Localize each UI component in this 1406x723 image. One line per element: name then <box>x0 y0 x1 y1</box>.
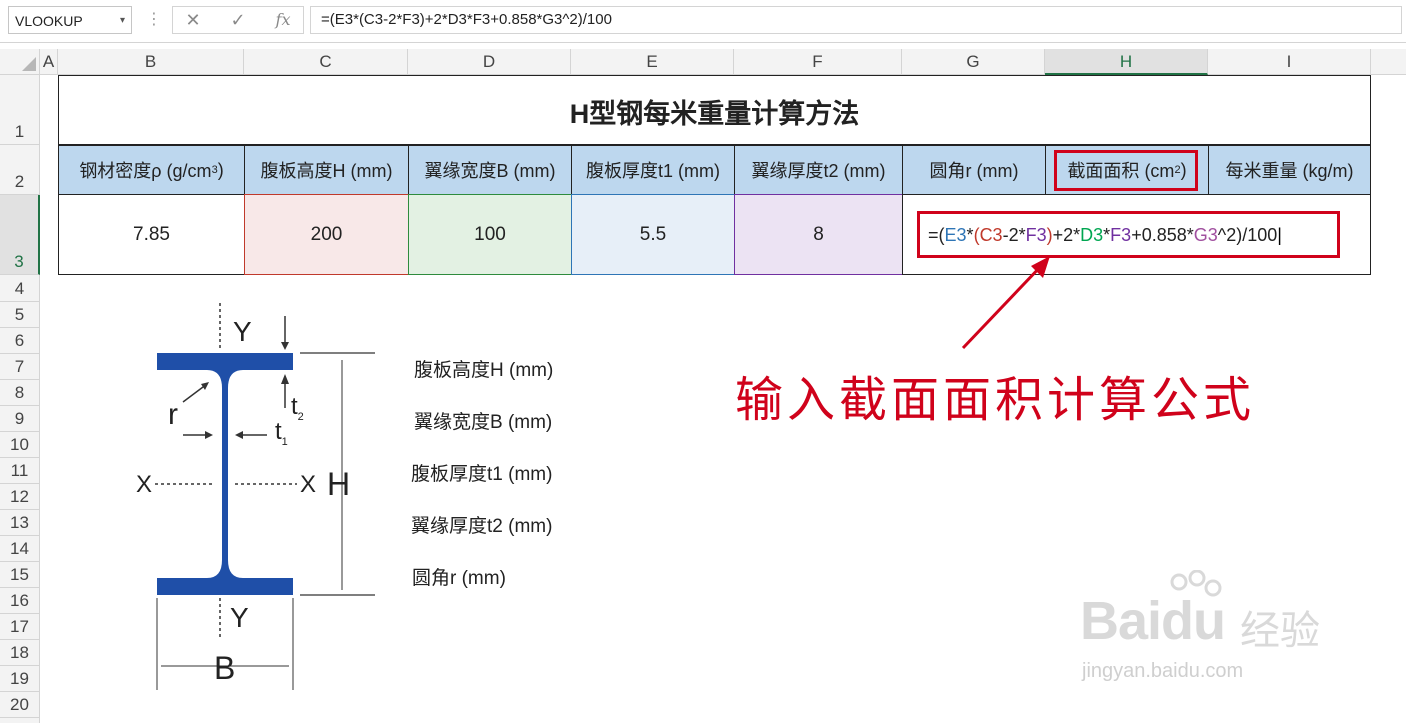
drag-handle-icon[interactable]: ⋮ <box>146 8 162 32</box>
formula-token: G3 <box>1193 225 1218 245</box>
paw-icon <box>1170 570 1222 597</box>
formula-token: ^2)/100 <box>1217 225 1278 245</box>
column-header-d[interactable]: D <box>408 49 571 75</box>
header-cell-web-thickness[interactable]: 腹板厚度t1 (mm) <box>571 145 735 195</box>
formula-token: +0.858* <box>1131 225 1194 245</box>
cell-f3[interactable]: 8 <box>734 194 903 275</box>
formula-token: F3 <box>1025 225 1047 245</box>
formula-token: +2* <box>1052 225 1081 245</box>
formula-token: =( <box>928 225 945 245</box>
header-density-label: 钢材密度ρ (g/cm <box>79 161 212 181</box>
cell-d3[interactable]: 100 <box>408 194 572 275</box>
cell-f3-value: 8 <box>813 223 824 245</box>
legend-fillet-radius: 圆角r (mm) <box>412 568 506 589</box>
dimension-label-t1: t1 <box>275 418 288 448</box>
header-cell-flange-width[interactable]: 翼缘宽度B (mm) <box>408 145 572 195</box>
header-density-tail: ) <box>217 159 224 180</box>
row-header-17[interactable]: 17 <box>0 614 40 640</box>
t1-subscript: 1 <box>281 435 288 448</box>
formula-input[interactable]: =(E3*(C3-2*F3)+2*D3*F3+0.858*G3^2)/100 <box>310 6 1402 34</box>
header-cell-density[interactable]: 钢材密度ρ (g/cm 3) <box>58 145 245 195</box>
row-header-11[interactable]: 11 <box>0 458 40 484</box>
row-header-7[interactable]: 7 <box>0 354 40 380</box>
axis-label-x-left: X <box>136 471 153 498</box>
dimension-label-h: H <box>327 466 351 502</box>
dimension-label-t2: t2 <box>291 393 304 423</box>
chevron-down-icon[interactable]: ▾ <box>120 7 125 35</box>
row-header-5[interactable]: 5 <box>0 302 40 328</box>
legend-web-height: 腹板高度H (mm) <box>414 360 554 381</box>
formula-token: D3 <box>1080 225 1104 245</box>
column-header-c[interactable]: C <box>244 49 408 75</box>
cell-c3[interactable]: 200 <box>244 194 409 275</box>
formula-token: C3 <box>979 225 1003 245</box>
cell-e3[interactable]: 5.5 <box>571 194 735 275</box>
column-header-e[interactable]: E <box>571 49 734 75</box>
confirm-icon[interactable]: ✓ <box>226 8 250 32</box>
watermark-brand-cn: 经验 <box>1240 609 1320 653</box>
formula-token: * <box>966 225 974 245</box>
row-header-8[interactable]: 8 <box>0 380 40 406</box>
row-header-10[interactable]: 10 <box>0 432 40 458</box>
axis-label-y-bottom: Y <box>230 602 249 633</box>
formula-editing-text[interactable]: =(E3*(C3-2*F3)+2*D3*F3+0.858*G3^2)/100| <box>928 223 1282 247</box>
t2-subscript: 2 <box>297 410 304 423</box>
name-box-value: VLOOKUP <box>15 13 83 29</box>
column-header-b[interactable]: B <box>58 49 244 75</box>
row-header-18[interactable]: 18 <box>0 640 40 666</box>
text-cursor: | <box>1277 225 1282 245</box>
legend-flange-width: 翼缘宽度B (mm) <box>414 412 553 433</box>
header-cell-web-height[interactable]: 腹板高度H (mm) <box>244 145 409 195</box>
column-header-i[interactable]: I <box>1208 49 1371 75</box>
annotation-arrow <box>961 256 1050 350</box>
insert-function-icon[interactable]: fx <box>271 8 295 32</box>
sheet-title[interactable]: H型钢每米重量计算方法 <box>58 75 1371 145</box>
row-header-15[interactable]: 15 <box>0 562 40 588</box>
header-cell-flange-thickness[interactable]: 翼缘厚度t2 (mm) <box>734 145 903 195</box>
axis-label-x-right: X <box>300 471 317 498</box>
highlight-box-area-header <box>1054 150 1198 191</box>
row-header-6[interactable]: 6 <box>0 328 40 354</box>
formula-token: -2* <box>1002 225 1026 245</box>
row-header-20[interactable]: 20 <box>0 692 40 718</box>
name-box[interactable]: VLOOKUP ▾ <box>8 6 132 34</box>
row-header-12[interactable]: 12 <box>0 484 40 510</box>
row-header-1[interactable]: 1 <box>0 75 40 145</box>
dimension-label-b: B <box>214 650 236 686</box>
row-header-2[interactable]: 2 <box>0 145 40 195</box>
select-all-icon <box>22 57 36 71</box>
formula-token: E3 <box>944 225 967 245</box>
t1-letter: t <box>275 418 282 445</box>
column-header-g[interactable]: G <box>902 49 1045 75</box>
t2-letter: t <box>291 393 298 420</box>
row-header-14[interactable]: 14 <box>0 536 40 562</box>
cell-b3[interactable]: 7.85 <box>58 194 245 275</box>
select-all-corner[interactable] <box>0 49 40 75</box>
axis-label-y-top: Y <box>233 316 252 347</box>
legend-web-thickness: 腹板厚度t1 (mm) <box>411 464 553 485</box>
legend-flange-thickness: 翼缘厚度t2 (mm) <box>411 516 553 537</box>
column-header-next[interactable] <box>1371 49 1406 75</box>
dimension-label-r: r <box>168 398 178 431</box>
header-cell-fillet-radius[interactable]: 圆角r (mm) <box>902 145 1046 195</box>
annotation-text: 输入截面面积计算公式 <box>735 372 1256 428</box>
watermark-url: jingyan.baidu.com <box>1082 660 1244 682</box>
row-header-4[interactable]: 4 <box>0 275 40 302</box>
row-header-13[interactable]: 13 <box>0 510 40 536</box>
row-header-19[interactable]: 19 <box>0 666 40 692</box>
row-header-9[interactable]: 9 <box>0 406 40 432</box>
header-cell-weight-per-meter[interactable]: 每米重量 (kg/m) <box>1208 145 1371 195</box>
row-header-16[interactable]: 16 <box>0 588 40 614</box>
cancel-icon[interactable]: ✕ <box>181 8 205 32</box>
column-header-a[interactable]: A <box>40 49 58 75</box>
column-header-f[interactable]: F <box>734 49 902 75</box>
row-header-3[interactable]: 3 <box>0 195 40 275</box>
h-beam-section <box>157 353 293 595</box>
column-header-h[interactable]: H <box>1045 49 1208 75</box>
formula-token: F3 <box>1110 225 1132 245</box>
row-header-21[interactable] <box>0 718 40 723</box>
